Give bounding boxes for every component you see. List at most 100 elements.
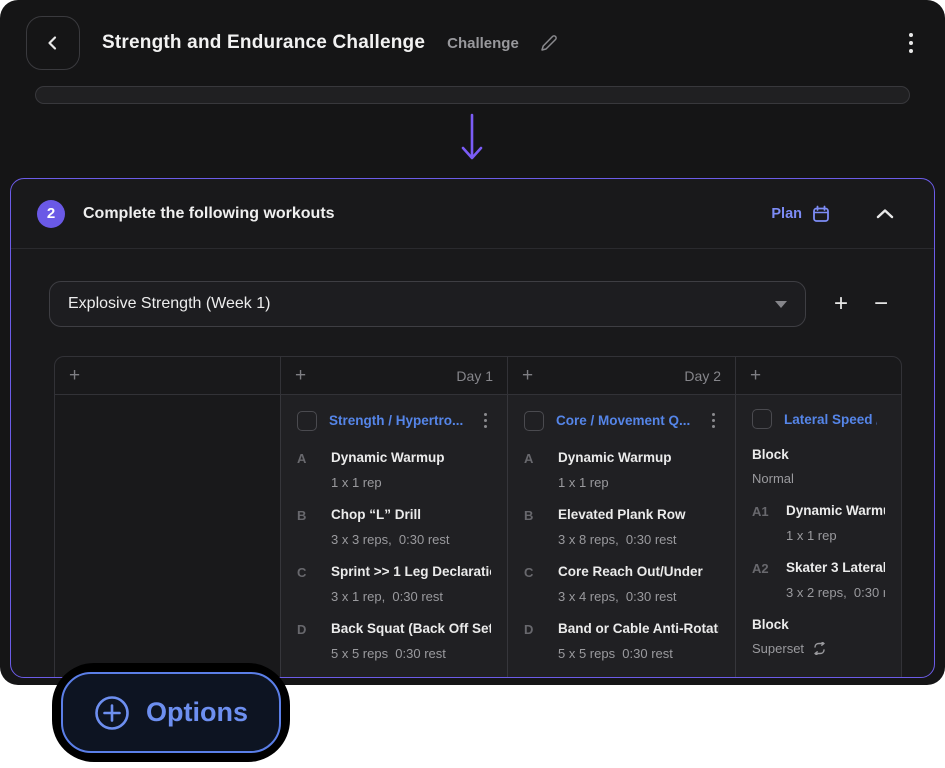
options-button[interactable]: Options (61, 672, 281, 753)
exercise-row[interactable]: D Back Squat (Back Off Set) 5 x 5 reps 0… (297, 621, 491, 661)
board-header-cell-day3: + (735, 357, 901, 394)
exercise-letter: C (297, 564, 331, 580)
exercise-name: Back Squat (Back Off Set) (331, 621, 491, 637)
workout-title-link[interactable]: Lateral Speed / Ply (784, 412, 877, 427)
add-cell-button[interactable]: + (522, 366, 533, 385)
block-header: Block Superset (752, 617, 885, 656)
block-label: Block (752, 617, 885, 632)
exercise-name: Band or Cable Anti-Rotati... (558, 621, 719, 637)
exercise-detail: 1 x 1 rep (786, 528, 885, 543)
program-select[interactable]: Explosive Strength (Week 1) (49, 281, 806, 327)
workout-checkbox[interactable] (297, 411, 317, 431)
workout-title-link[interactable]: Core / Movement Q... (556, 413, 700, 428)
exercise-row[interactable]: B Elevated Plank Row 3 x 8 reps, 0:30 re… (524, 507, 719, 547)
exercise-row[interactable]: A Dynamic Warmup 1 x 1 rep (297, 450, 491, 490)
exercise-name: Core Reach Out/Under (558, 564, 719, 580)
workout-checkbox[interactable] (752, 409, 772, 429)
program-select-value: Explosive Strength (Week 1) (68, 295, 270, 313)
exercise-letter: B (524, 507, 558, 523)
block-header: Block Normal (752, 447, 885, 486)
board-body-row: Strength / Hypertro... A Dynamic Warmup … (55, 395, 901, 678)
add-program-button[interactable]: + (834, 292, 848, 316)
options-button-halo: Options (52, 663, 290, 762)
exercise-letter: A2 (752, 560, 786, 576)
block-label: Block (752, 447, 885, 462)
exercise-detail: 1 x 1 rep (558, 475, 719, 490)
exercise-detail: 1 x 1 rep (331, 475, 491, 490)
exercise-letter: A (297, 450, 331, 466)
exercise-detail: 5 x 5 reps 0:30 rest (331, 646, 491, 661)
step-title: Complete the following workouts (83, 205, 335, 223)
workout-header: Lateral Speed / Ply (752, 409, 885, 429)
exercise-letter: B (297, 507, 331, 523)
board-header-cell-day2: + Day 2 (507, 357, 735, 394)
exercise-detail: 3 x 3 reps, 0:30 rest (331, 532, 491, 547)
plus-circle-icon (94, 695, 130, 731)
workout-title-link[interactable]: Strength / Hypertro... (329, 413, 472, 428)
caret-down-icon (775, 301, 787, 308)
exercise-letter: A (524, 450, 558, 466)
exercise-name: Dynamic Warmup (558, 450, 719, 466)
exercise-row[interactable]: D Band or Cable Anti-Rotati... 5 x 5 rep… (524, 621, 719, 661)
workout-board: + + Day 1 + Day 2 + (54, 356, 902, 678)
exercise-name: Chop “L” Drill (331, 507, 491, 523)
chevron-left-icon (45, 35, 61, 51)
plan-button[interactable]: Plan (771, 205, 830, 223)
board-header-cell-week: + (55, 357, 280, 394)
exercise-row[interactable]: A2 Skater 3 Lateral Ho 3 x 2 reps, 0:30 … (752, 560, 885, 600)
day-label: Day 2 (684, 368, 721, 384)
exercise-row[interactable]: A1 Dynamic Warmup 1 x 1 rep (752, 503, 885, 543)
board-header-row: + + Day 1 + Day 2 + (55, 357, 901, 395)
exercise-row[interactable]: C Sprint >> 1 Leg Declarations 3 x 1 rep… (297, 564, 491, 604)
edit-title-button[interactable] (539, 33, 559, 53)
exercise-name: Dynamic Warmup (331, 450, 491, 466)
program-selector-row: Explosive Strength (Week 1) + − (49, 281, 904, 327)
step-number-badge: 2 (37, 200, 65, 228)
workout-menu-button[interactable] (480, 409, 491, 432)
exercise-letter: D (297, 621, 331, 637)
exercise-row[interactable]: B Chop “L” Drill 3 x 3 reps, 0:30 rest (297, 507, 491, 547)
options-label: Options (146, 697, 248, 728)
workout-menu-button[interactable] (708, 409, 719, 432)
calendar-icon (812, 205, 830, 223)
workout-header: Core / Movement Q... (524, 409, 719, 432)
exercise-letter: C (524, 564, 558, 580)
app-window: Strength and Endurance Challenge Challen… (0, 0, 945, 685)
exercise-row[interactable]: A Dynamic Warmup 1 x 1 rep (524, 450, 719, 490)
add-cell-button[interactable]: + (750, 366, 761, 385)
previous-step-card-clipped (35, 86, 910, 104)
back-button[interactable] (26, 16, 80, 70)
add-cell-button[interactable]: + (69, 366, 80, 385)
workout-header: Strength / Hypertro... (297, 409, 491, 432)
app-header: Strength and Endurance Challenge Challen… (0, 0, 945, 86)
chevron-up-icon (876, 208, 894, 220)
workout-checkbox[interactable] (524, 411, 544, 431)
challenge-type-label: Challenge (447, 35, 519, 52)
exercise-letter: A1 (752, 503, 786, 519)
exercise-detail: 3 x 8 reps, 0:30 rest (558, 532, 719, 547)
exercise-detail: 5 x 5 reps 0:30 rest (558, 646, 719, 661)
collapse-section-button[interactable] (876, 208, 894, 220)
step-card: 2 Complete the following workouts Plan (10, 178, 935, 678)
remove-program-button[interactable]: − (874, 292, 888, 316)
flow-down-arrow (458, 112, 486, 164)
workout-cell-day2: Core / Movement Q... A Dynamic Warmup 1 … (507, 395, 735, 678)
exercise-detail: 3 x 4 reps, 0:30 rest (558, 589, 719, 604)
page-title: Strength and Endurance Challenge (102, 32, 425, 54)
workout-cell-day3: Lateral Speed / Ply Block Normal A1 Dyna… (735, 395, 901, 678)
screenshot-stage: Strength and Endurance Challenge Challen… (0, 0, 945, 768)
exercise-row[interactable]: C Core Reach Out/Under 3 x 4 reps, 0:30 … (524, 564, 719, 604)
superset-cycle-icon (812, 642, 827, 655)
add-cell-button[interactable]: + (295, 366, 306, 385)
workout-cell-day1: Strength / Hypertro... A Dynamic Warmup … (280, 395, 507, 678)
block-mode: Superset (752, 641, 885, 656)
header-menu-button[interactable] (903, 27, 919, 59)
step-card-header: 2 Complete the following workouts Plan (11, 179, 934, 249)
exercise-name: Elevated Plank Row (558, 507, 719, 523)
week-cell-empty (55, 395, 280, 678)
day-label: Day 1 (456, 368, 493, 384)
exercise-name: Skater 3 Lateral Ho (786, 560, 885, 576)
exercise-detail: 3 x 2 reps, 0:30 re (786, 585, 885, 600)
pencil-icon (539, 33, 559, 53)
plan-label: Plan (771, 206, 802, 222)
